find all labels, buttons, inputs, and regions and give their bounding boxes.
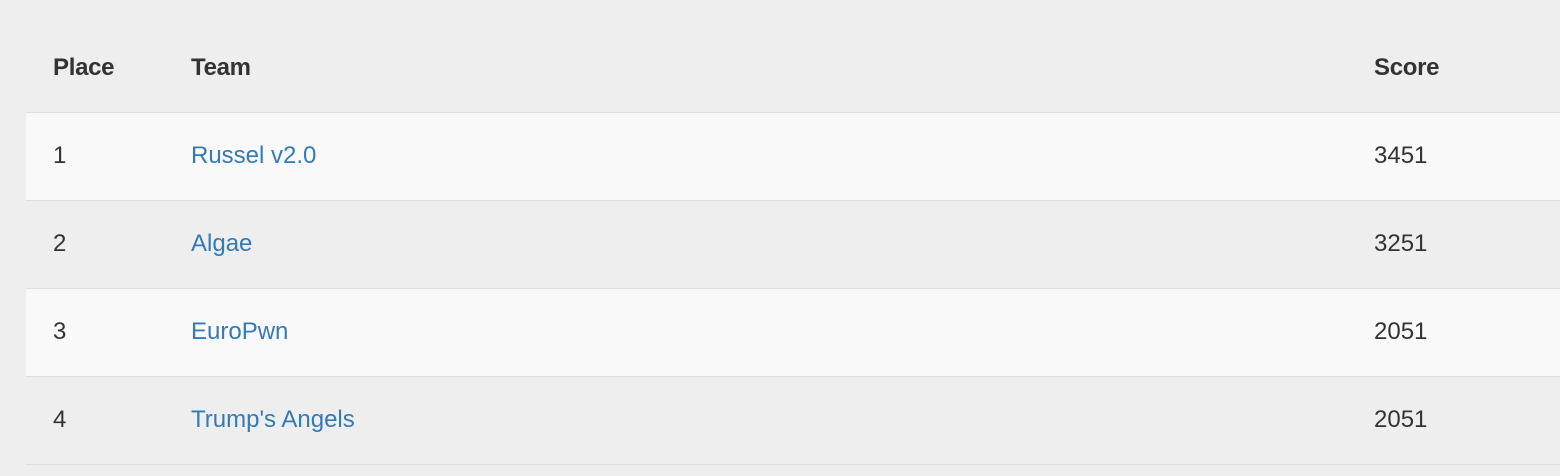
score-cell: 3451 [1374,112,1560,201]
scoreboard-header: Place Team Score [26,24,1560,113]
place-cell: 3 [26,288,191,377]
scoreboard-table: Place Team Score 1 Russel v2.0 3451 2 Al… [26,24,1560,465]
header-row: Place Team Score [26,24,1560,113]
team-cell: Trump's Angels [191,376,1374,465]
table-row: 3 EuroPwn 2051 [26,288,1560,377]
table-row: 4 Trump's Angels 2051 [26,376,1560,465]
scoreboard-body: 1 Russel v2.0 3451 2 Algae 3251 3 EuroPw… [26,112,1560,465]
header-score: Score [1374,24,1560,113]
place-cell: 1 [26,112,191,201]
team-cell: Algae [191,200,1374,289]
table-row: 2 Algae 3251 [26,200,1560,289]
table-row: 1 Russel v2.0 3451 [26,112,1560,201]
team-cell: Russel v2.0 [191,112,1374,201]
team-link[interactable]: Algae [191,230,252,257]
place-cell: 2 [26,200,191,289]
header-team: Team [191,24,1374,113]
place-cell: 4 [26,376,191,465]
team-link[interactable]: Trump's Angels [191,406,355,433]
team-link[interactable]: Russel v2.0 [191,142,316,169]
team-link[interactable]: EuroPwn [191,318,288,345]
team-cell: EuroPwn [191,288,1374,377]
header-place: Place [26,24,191,113]
score-cell: 3251 [1374,200,1560,289]
score-cell: 2051 [1374,288,1560,377]
score-cell: 2051 [1374,376,1560,465]
